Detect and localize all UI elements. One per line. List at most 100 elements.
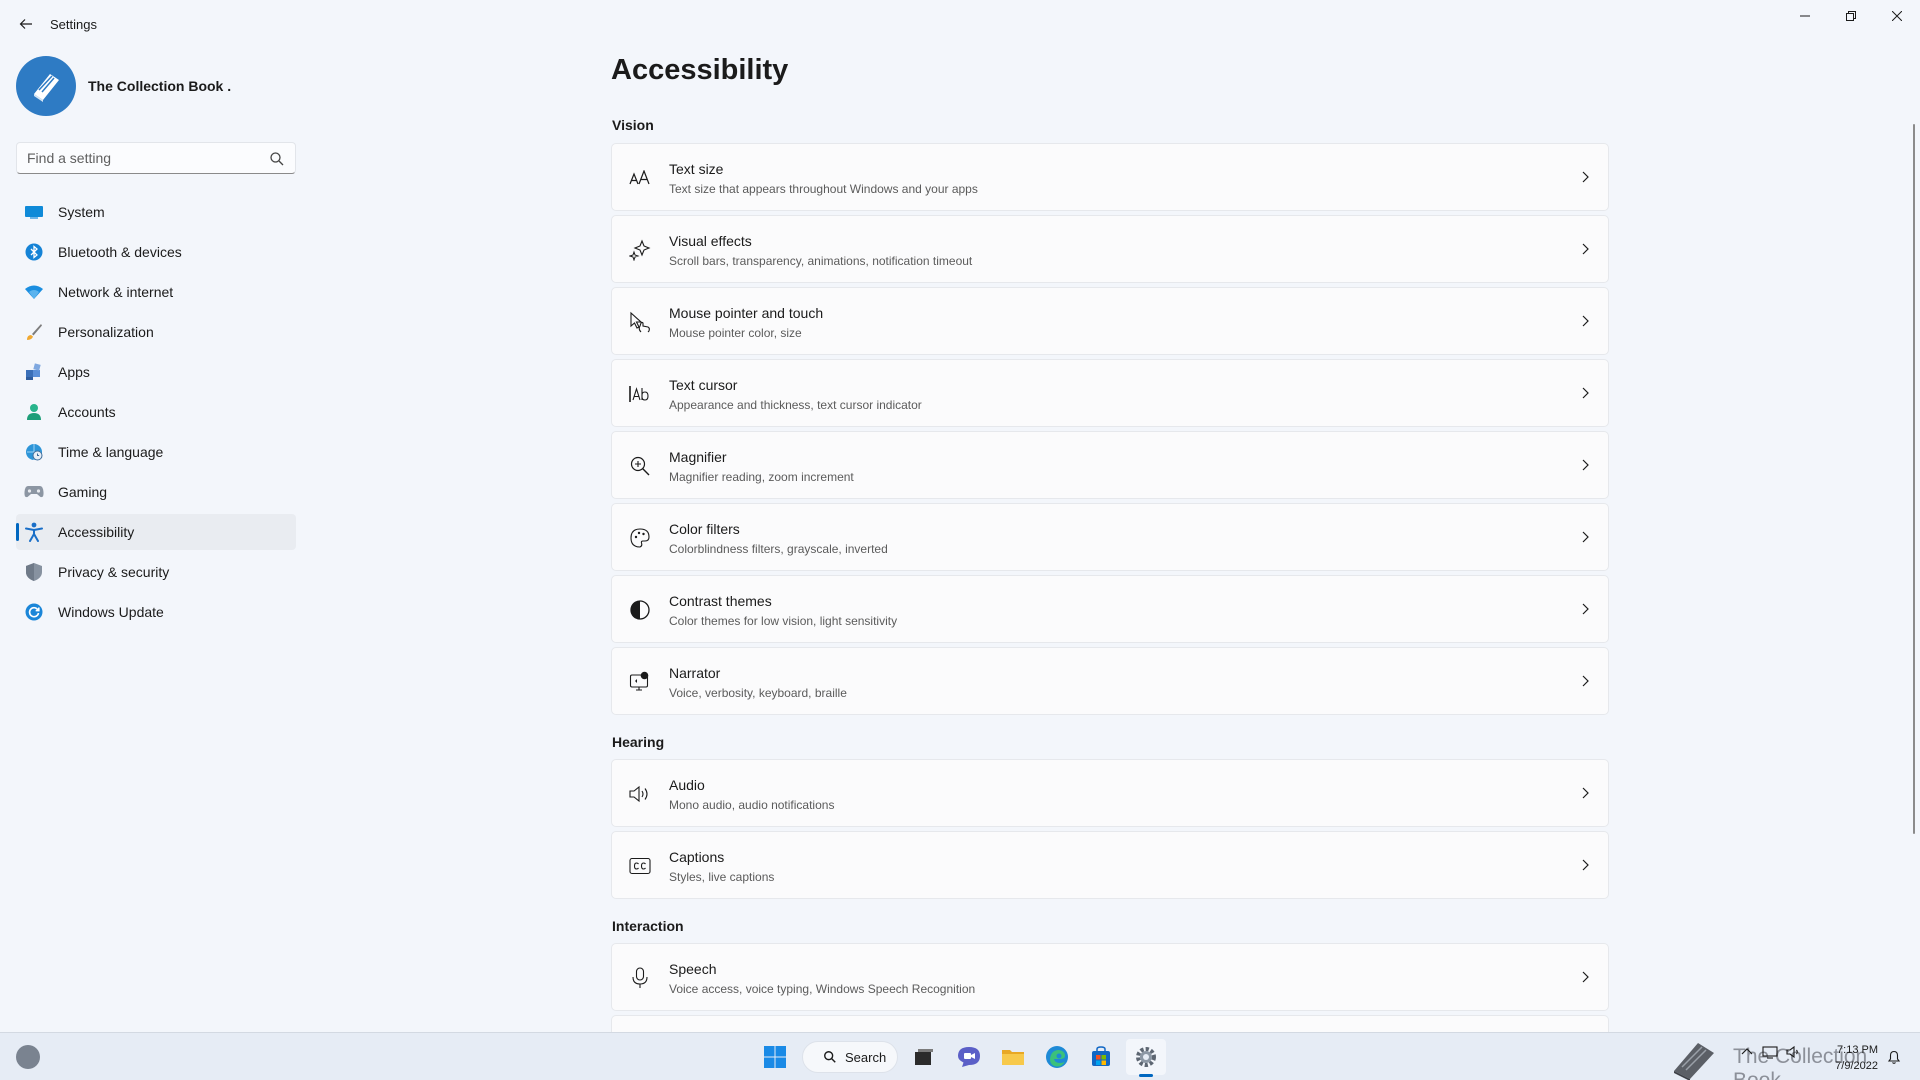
search-icon[interactable] xyxy=(269,151,285,167)
sidebar-item-label: Windows Update xyxy=(58,604,164,620)
user-profile[interactable]: The Collection Book . xyxy=(16,56,231,116)
card-subtitle: Text size that appears throughout Window… xyxy=(669,182,978,196)
taskbar-search[interactable]: Search xyxy=(802,1041,898,1073)
card-title: Contrast themes xyxy=(669,593,772,609)
file-explorer-button[interactable] xyxy=(993,1039,1033,1075)
text-size-icon xyxy=(628,166,652,190)
shield-icon xyxy=(24,563,44,581)
card-title: Color filters xyxy=(669,521,740,537)
weather-icon[interactable] xyxy=(16,1045,40,1069)
bluetooth-icon xyxy=(24,243,44,261)
notification-icon[interactable] xyxy=(1886,1049,1902,1065)
section-title-vision: Vision xyxy=(612,117,654,133)
chevron-up-icon[interactable] xyxy=(1740,1045,1754,1059)
search-input[interactable] xyxy=(17,143,295,173)
contrast-icon xyxy=(628,598,652,622)
globe-clock-icon xyxy=(24,443,44,461)
settings-taskbar-button[interactable] xyxy=(1126,1039,1166,1075)
section-title-hearing: Hearing xyxy=(612,734,665,750)
sidebar-item-personalization[interactable]: Personalization xyxy=(16,314,296,350)
network-icon[interactable] xyxy=(1762,1045,1778,1059)
back-button[interactable] xyxy=(12,10,40,38)
teams-chat-button[interactable] xyxy=(949,1039,989,1075)
chevron-right-icon xyxy=(1582,859,1589,871)
sidebar-item-accessibility[interactable]: Accessibility xyxy=(16,514,296,550)
restore-icon xyxy=(1846,11,1856,21)
card-captions[interactable]: Captions Styles, live captions xyxy=(611,831,1609,899)
card-subtitle: Appearance and thickness, text cursor in… xyxy=(669,398,922,412)
card-narrator[interactable]: Narrator Voice, verbosity, keyboard, bra… xyxy=(611,647,1609,715)
card-contrast-themes[interactable]: Contrast themes Color themes for low vis… xyxy=(611,575,1609,643)
app-title: Settings xyxy=(50,17,97,32)
book-icon xyxy=(34,74,59,102)
sidebar-item-privacy-security[interactable]: Privacy & security xyxy=(16,554,296,590)
magnifier-icon xyxy=(628,454,652,478)
sidebar-item-bluetooth[interactable]: Bluetooth & devices xyxy=(16,234,296,270)
minimize-button[interactable] xyxy=(1782,0,1828,32)
card-speech[interactable]: Speech Voice access, voice typing, Windo… xyxy=(611,943,1609,1011)
scrollbar[interactable] xyxy=(1913,124,1915,834)
clock-date: 7/9/2022 xyxy=(1835,1060,1878,1072)
chevron-right-icon xyxy=(1582,171,1589,183)
card-title: Text cursor xyxy=(669,377,738,393)
avatar xyxy=(16,56,76,116)
settings-search[interactable] xyxy=(16,142,296,174)
sidebar-item-windows-update[interactable]: Windows Update xyxy=(16,594,296,630)
speaker-icon xyxy=(628,782,652,806)
microphone-icon xyxy=(628,966,652,990)
sidebar-item-label: Accessibility xyxy=(58,524,135,540)
profile-name: The Collection Book . xyxy=(88,78,232,94)
chevron-right-icon xyxy=(1582,387,1589,399)
update-icon xyxy=(24,603,44,621)
sidebar-item-apps[interactable]: Apps xyxy=(16,354,296,390)
card-visual-effects[interactable]: Visual effects Scroll bars, transparency… xyxy=(611,215,1609,283)
close-button[interactable] xyxy=(1874,0,1920,32)
book-logo-icon xyxy=(1674,1043,1714,1080)
card-color-filters[interactable]: Color filters Colorblindness filters, gr… xyxy=(611,503,1609,571)
card-title: Speech xyxy=(669,961,717,977)
palette-icon xyxy=(628,526,652,550)
sidebar-nav: System Bluetooth & devices Network & int… xyxy=(16,194,296,634)
card-magnifier[interactable]: Magnifier Magnifier reading, zoom increm… xyxy=(611,431,1609,499)
card-title: Mouse pointer and touch xyxy=(669,305,824,321)
card-text-cursor[interactable]: Text cursor Appearance and thickness, te… xyxy=(611,359,1609,427)
task-view-button[interactable] xyxy=(904,1039,944,1075)
card-subtitle: Magnifier reading, zoom increment xyxy=(669,470,854,484)
card-subtitle: Voice, verbosity, keyboard, braille xyxy=(669,686,847,700)
chevron-right-icon xyxy=(1582,971,1589,983)
accessibility-icon xyxy=(24,522,44,542)
card-subtitle: Colorblindness filters, grayscale, inver… xyxy=(669,542,888,556)
store-icon xyxy=(1092,1046,1110,1066)
sidebar-item-gaming[interactable]: Gaming xyxy=(16,474,296,510)
pointer-touch-icon xyxy=(628,310,652,334)
sparkle-icon xyxy=(628,238,652,262)
system-tray xyxy=(1740,1045,1802,1059)
card-subtitle: Styles, live captions xyxy=(669,870,775,884)
sidebar-item-label: Personalization xyxy=(58,324,154,340)
edge-button[interactable] xyxy=(1037,1039,1077,1075)
sidebar-item-system[interactable]: System xyxy=(16,194,296,230)
card-title: Narrator xyxy=(669,665,721,681)
apps-icon xyxy=(24,363,44,381)
sidebar-item-accounts[interactable]: Accounts xyxy=(16,394,296,430)
card-audio[interactable]: Audio Mono audio, audio notifications xyxy=(611,759,1609,827)
clock[interactable]: 7:13 PM 7/9/2022 xyxy=(1826,1042,1878,1074)
edge-icon xyxy=(1046,1046,1068,1068)
card-mouse-pointer-touch[interactable]: Mouse pointer and touch Mouse pointer co… xyxy=(611,287,1609,355)
store-button[interactable] xyxy=(1081,1039,1121,1075)
minimize-icon xyxy=(1800,15,1810,17)
sidebar-item-time-language[interactable]: Time & language xyxy=(16,434,296,470)
sidebar-item-label: System xyxy=(58,204,105,220)
card-subtitle: Scroll bars, transparency, animations, n… xyxy=(669,254,973,268)
sidebar-item-label: Bluetooth & devices xyxy=(58,244,182,260)
card-subtitle: Voice access, voice typing, Windows Spee… xyxy=(669,982,976,996)
volume-icon[interactable] xyxy=(1786,1045,1802,1059)
sidebar-item-network[interactable]: Network & internet xyxy=(16,274,296,310)
windows-logo-icon xyxy=(764,1046,786,1068)
restore-button[interactable] xyxy=(1828,0,1874,32)
folder-icon xyxy=(1002,1050,1024,1065)
close-icon xyxy=(1892,11,1902,21)
person-icon xyxy=(24,403,44,421)
start-button[interactable] xyxy=(755,1039,795,1075)
card-text-size[interactable]: Text size Text size that appears through… xyxy=(611,143,1609,211)
